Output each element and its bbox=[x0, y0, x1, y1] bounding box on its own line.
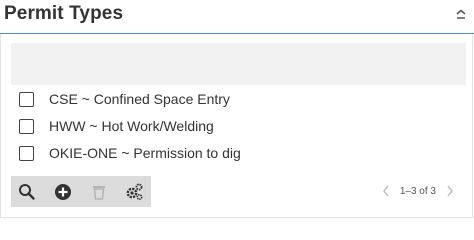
list-item[interactable]: OKIE-ONE ~ Permission to dig bbox=[19, 142, 241, 164]
filter-bar[interactable] bbox=[11, 43, 466, 85]
item-checkbox[interactable] bbox=[19, 118, 34, 134]
item-label: CSE ~ Confined Space Entry bbox=[49, 91, 230, 107]
panel-header: Permit Types bbox=[0, 0, 474, 34]
search-icon[interactable] bbox=[17, 182, 37, 202]
settings-icon[interactable] bbox=[124, 182, 144, 202]
panel-title: Permit Types bbox=[4, 3, 124, 24]
permit-types-panel: Permit Types CSE ~ Confined Space Entry … bbox=[0, 0, 474, 218]
item-label: OKIE-ONE ~ Permission to dig bbox=[49, 145, 241, 161]
list-toolbar bbox=[11, 176, 151, 207]
pagination: 1–3 of 3 bbox=[380, 184, 456, 198]
add-icon[interactable] bbox=[53, 182, 73, 202]
chevron-right-icon[interactable] bbox=[444, 184, 456, 198]
list-item[interactable]: HWW ~ Hot Work/Welding bbox=[19, 115, 214, 137]
chevron-left-icon[interactable] bbox=[380, 184, 392, 198]
collapse-chevron-icon[interactable] bbox=[455, 8, 467, 22]
list-item[interactable]: CSE ~ Confined Space Entry bbox=[19, 88, 230, 110]
item-checkbox[interactable] bbox=[19, 91, 34, 107]
page-range: 1–3 of 3 bbox=[399, 185, 436, 197]
item-label: HWW ~ Hot Work/Welding bbox=[49, 118, 214, 134]
delete-icon[interactable] bbox=[89, 182, 109, 202]
item-checkbox[interactable] bbox=[19, 145, 34, 161]
